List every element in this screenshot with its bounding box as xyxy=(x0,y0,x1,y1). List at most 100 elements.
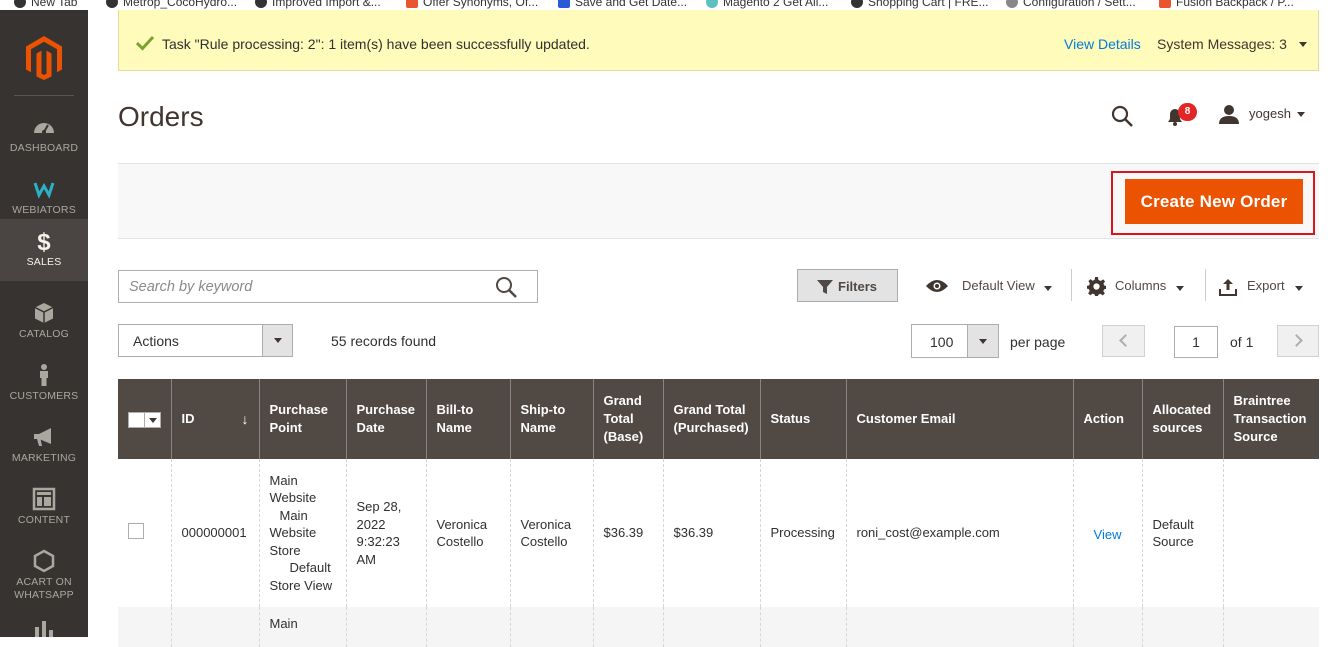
view-details-link[interactable]: View Details xyxy=(1064,36,1141,52)
chevron-down-icon[interactable] xyxy=(1044,286,1052,291)
chevron-down-icon[interactable] xyxy=(1295,286,1303,291)
chevron-down-icon[interactable] xyxy=(1297,112,1305,117)
column-header-grand-total-base[interactable]: Grand Total (Base) xyxy=(592,379,663,459)
sidebar-item-marketing[interactable]: MARKETING xyxy=(0,415,88,477)
sidebar-item-dashboard[interactable]: DASHBOARD xyxy=(0,105,88,167)
site-icon xyxy=(255,0,267,8)
search-input[interactable] xyxy=(129,277,489,297)
box-icon xyxy=(34,303,54,323)
sidebar-item-label: WEBIATORS xyxy=(12,204,76,216)
column-header-status[interactable]: Status xyxy=(759,379,846,459)
filter-icon xyxy=(817,280,833,294)
bookmark-new-tab[interactable]: New Tab xyxy=(14,0,77,10)
magento-logo-icon[interactable] xyxy=(26,36,62,80)
per-page-select[interactable]: 100 xyxy=(911,324,999,358)
bookmark-offer-synonyms[interactable]: Offer Synonyms, Of... xyxy=(406,0,538,10)
sidebar-item-customers[interactable]: CUSTOMERS xyxy=(0,353,88,415)
export-icon[interactable] xyxy=(1219,279,1237,296)
ship-to-name: Veronica Costello xyxy=(509,459,593,607)
bookmark-save-date[interactable]: Save and Get Date... xyxy=(558,0,687,10)
mass-select-header[interactable] xyxy=(118,379,171,459)
megaphone-icon xyxy=(34,428,51,446)
site-icon xyxy=(406,0,418,8)
toolbar-divider xyxy=(1071,269,1072,301)
allocated-sources: Default Source xyxy=(1141,459,1223,607)
chevron-down-icon xyxy=(979,339,987,344)
column-header-allocated-sources[interactable]: Allocated sources xyxy=(1141,379,1223,459)
page-title: Orders xyxy=(118,101,204,132)
user-icon[interactable] xyxy=(1219,104,1239,124)
view-order-link[interactable]: View xyxy=(1094,527,1122,542)
sidebar-item-catalog[interactable]: CATALOG xyxy=(0,291,88,353)
keyword-search xyxy=(118,270,538,303)
bookmark-fusion-backpack[interactable]: Fusion Backpack / P... xyxy=(1159,0,1294,10)
mass-actions-toggle[interactable] xyxy=(262,325,292,356)
dollar-icon: $ xyxy=(37,229,51,253)
column-header-ship-to-name[interactable]: Ship-to Name xyxy=(509,379,593,459)
sidebar-item-content[interactable]: CONTENT xyxy=(0,477,88,539)
sidebar-item-reports[interactable] xyxy=(0,607,88,637)
grand-total-purchased: $36.39 xyxy=(662,459,760,607)
sidebar-item-sales[interactable]: $ SALES xyxy=(0,219,88,281)
per-page-value: 100 xyxy=(930,334,954,350)
records-found: 55 records found xyxy=(331,333,437,349)
filters-button[interactable]: Filters xyxy=(797,269,898,302)
bookmark-improved-import[interactable]: Improved Import &... xyxy=(255,0,381,10)
column-header-grand-total-purchased[interactable]: Grand Total (Purchased) xyxy=(662,379,760,459)
columns-dropdown[interactable]: Columns xyxy=(1115,278,1166,293)
bookmarks-bar: New Tab Metrop_CocoHydro... Improved Imp… xyxy=(0,0,1336,10)
sidebar-item-label: CUSTOMERS xyxy=(9,390,79,402)
column-header-braintree-source[interactable]: Braintree Transaction Source xyxy=(1222,379,1319,459)
purchase-date: Sep 28, 2022 9:32:23 AM xyxy=(345,459,426,607)
globe-icon xyxy=(14,0,26,8)
column-header-purchase-point[interactable]: Purchase Point xyxy=(258,379,346,459)
bookmark-magento[interactable]: Magento 2 Get All... xyxy=(706,0,828,10)
sidebar-item-acart-whatsapp[interactable]: ACART ON WHATSAPP xyxy=(0,539,88,607)
table-row[interactable]: Main xyxy=(118,607,1319,647)
sidebar-item-label: SALES xyxy=(26,256,62,268)
user-menu[interactable]: yogesh xyxy=(1249,106,1291,121)
row-select-cell[interactable] xyxy=(118,607,171,647)
eye-icon[interactable] xyxy=(925,278,949,294)
chevron-down-icon[interactable] xyxy=(1299,42,1307,47)
order-id xyxy=(170,607,259,647)
site-icon xyxy=(706,0,718,8)
person-icon xyxy=(40,364,48,386)
mass-actions-select[interactable]: Actions xyxy=(118,324,293,357)
gear-icon[interactable] xyxy=(1087,277,1106,296)
page-number-input[interactable]: 1 xyxy=(1174,326,1218,358)
previous-page-button[interactable] xyxy=(1102,325,1145,357)
chevron-down-icon xyxy=(274,338,282,343)
globe-icon xyxy=(851,0,863,8)
svg-text:$: $ xyxy=(37,229,51,253)
per-page-label: per page xyxy=(1010,334,1066,350)
filters-label: Filters xyxy=(838,279,878,294)
site-icon xyxy=(1006,0,1018,8)
export-dropdown[interactable]: Export xyxy=(1247,278,1285,293)
dashboard-icon xyxy=(34,123,54,134)
search-icon[interactable] xyxy=(1110,104,1134,128)
system-messages-toggle[interactable]: System Messages: 3 xyxy=(1157,36,1287,52)
sort-arrow-icon: ↓ xyxy=(241,411,249,427)
bookmark-configuration[interactable]: Configuration / Sett... xyxy=(1006,0,1136,10)
column-header-purchase-date[interactable]: Purchase Date xyxy=(345,379,426,459)
mass-select-checkbox[interactable] xyxy=(128,411,161,428)
default-view-dropdown[interactable]: Default View xyxy=(962,278,1035,293)
bookmark-shopping-cart[interactable]: Shopping Cart | FRE... xyxy=(851,0,989,10)
row-select-cell[interactable] xyxy=(118,459,171,607)
create-new-order-button[interactable]: Create New Order xyxy=(1125,179,1303,224)
search-icon[interactable] xyxy=(495,276,517,298)
column-header-bill-to-name[interactable]: Bill-to Name xyxy=(425,379,510,459)
chevron-down-icon[interactable] xyxy=(1176,286,1184,291)
row-checkbox[interactable] xyxy=(128,522,144,539)
per-page-toggle[interactable] xyxy=(967,325,998,357)
braintree-source xyxy=(1222,459,1319,607)
customer-email: roni_cost@example.com xyxy=(845,459,1073,607)
next-page-button[interactable] xyxy=(1277,325,1319,357)
column-header-customer-email[interactable]: Customer Email xyxy=(845,379,1073,459)
notification-badge[interactable]: 8 xyxy=(1178,103,1197,121)
column-header-id[interactable]: ID ↓ xyxy=(170,379,259,459)
bookmark-metrop[interactable]: Metrop_CocoHydro... xyxy=(106,0,237,10)
table-row[interactable]: 000000001 Main Website Main Website Stor… xyxy=(118,459,1319,607)
sidebar-item-label: ACART ON WHATSAPP xyxy=(14,576,74,601)
